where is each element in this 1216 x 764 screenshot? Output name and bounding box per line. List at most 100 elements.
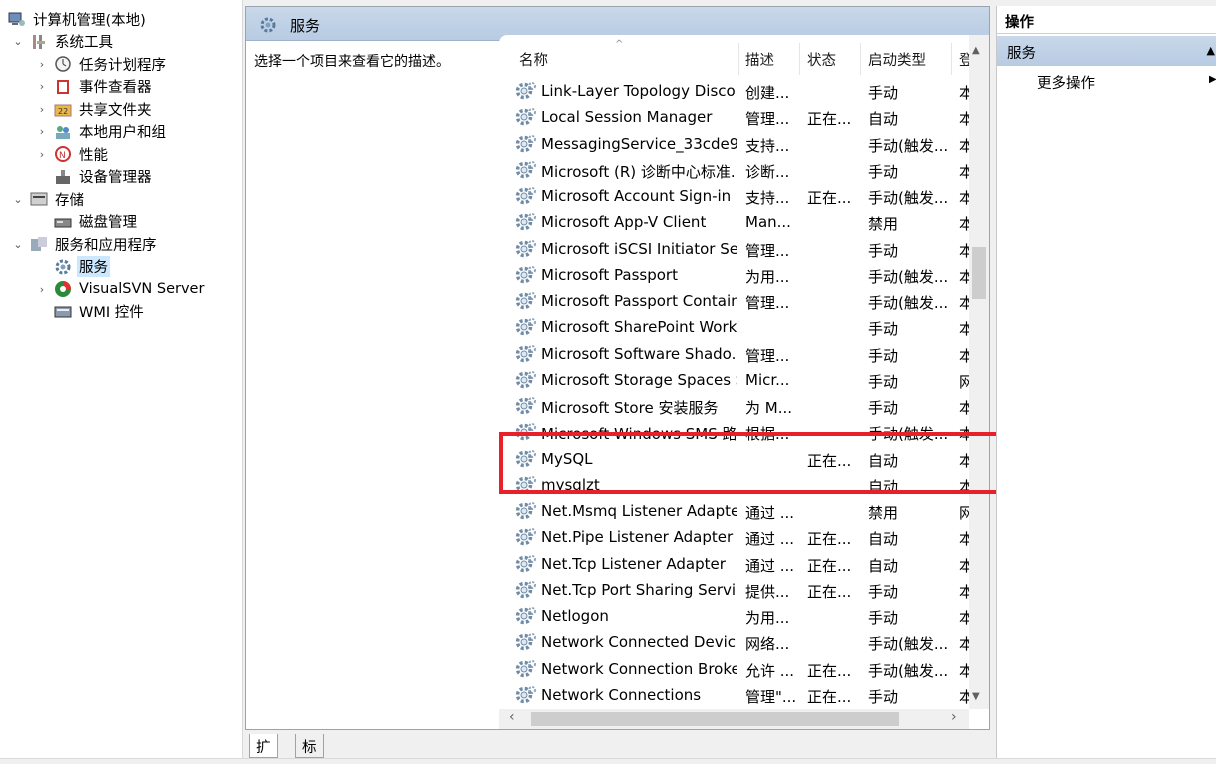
actions-section-services[interactable]: 服务 ▲ [997,36,1216,66]
service-name: mysqlzt [541,475,600,494]
more-actions-link[interactable]: 更多操作 [1037,72,1095,93]
service-name: MySQL [541,449,593,468]
table-row[interactable]: Microsoft App-V Client Man... 禁用本 [499,209,973,235]
tree-item[interactable]: › 事件查看器 [36,76,154,98]
expand-right-icon[interactable]: › [36,125,48,138]
tree-item[interactable]: › VisualSVN Server [36,278,206,300]
table-row[interactable]: mysqlzt 自动本 [499,472,973,498]
device-manager-icon [54,168,72,186]
table-row[interactable]: MessagingService_33cde9... 支持... 手动(触发... 本 [499,131,973,157]
tree-item[interactable]: › 本地用户和组 [36,121,168,143]
column-separator[interactable] [951,43,952,75]
tree-item[interactable]: 设备管理器 [36,166,154,188]
vertical-scrollbar[interactable]: ▲ ▼ [969,35,989,709]
table-row[interactable]: Local Session Manager 管理... 正在... 自动本 [499,104,973,130]
tree-item[interactable]: ⌄ 服务和应用程序 [12,233,159,255]
service-gear-icon [515,685,537,705]
expand-down-icon[interactable]: ⌄ [12,35,24,48]
column-separator[interactable] [799,43,800,75]
service-gear-icon [515,527,537,547]
table-row[interactable]: Microsoft SharePoint Work... 手动本 [499,314,973,340]
tree-item[interactable]: › N 性能 [36,143,110,165]
column-header-name[interactable]: 名称 [519,49,548,70]
local-users-icon [54,123,72,141]
scroll-down-icon[interactable]: ▼ [972,691,980,702]
service-gear-icon [515,81,537,101]
service-gear-icon [515,265,537,285]
expand-down-icon[interactable]: ⌄ [12,193,24,206]
column-header-description[interactable]: 描述 [745,49,774,70]
collapse-up-icon[interactable]: ▲ [1207,44,1215,57]
table-row[interactable]: Network Connected Devic... 网络... 手动(触发... 本 [499,629,973,655]
table-row[interactable]: Microsoft iSCSI Initiator Ser... 管理... 手动本 [499,236,973,262]
expand-right-icon[interactable]: › [36,283,48,296]
expand-right-icon[interactable]: › [36,58,48,71]
table-row[interactable]: Link-Layer Topology Disco... 创建... 手动本 [499,78,973,104]
service-gear-icon [515,134,537,154]
table-row[interactable]: Microsoft Passport 为用... 手动(触发... 本 [499,262,973,288]
table-row[interactable]: Microsoft Passport Container 管理... 手动(触发..… [499,288,973,314]
services-list[interactable]: ^ 名称 描述 状态 启动类型 登 Link-Layer Topology Di… [499,35,989,729]
tree-item-label: VisualSVN Server [79,281,205,297]
service-startup-type: 手动 [868,609,899,627]
table-row[interactable]: Net.Pipe Listener Adapter 通过 ... 正在... 自动本 [499,524,973,550]
service-gear-icon [515,422,537,442]
disk-management-icon [54,213,72,231]
expand-right-icon[interactable]: › [36,148,48,161]
tree-item[interactable]: › 22 共享文件夹 [36,98,154,120]
table-row[interactable]: Microsoft (R) 诊断中心标准... 诊断... 手动本 [499,157,973,183]
service-description: 根据... [745,425,790,444]
horizontal-scrollbar-thumb[interactable] [531,712,899,726]
table-row[interactable]: Net.Tcp Port Sharing Service 提供... 正在... 手动… [499,577,973,603]
scroll-right-icon[interactable]: › [951,709,957,725]
column-separator[interactable] [860,43,861,75]
submenu-arrow-icon[interactable]: ▶ [1209,74,1216,85]
service-startup-type: 手动(触发... [868,635,949,654]
table-row[interactable]: Microsoft Windows SMS 路... 根据... 手动(触发... 本 [499,419,973,445]
table-row[interactable]: Microsoft Software Shado... 管理... 手动本 [499,341,973,367]
tree-item[interactable]: › 任务计划程序 [36,53,168,75]
scroll-left-icon[interactable]: ‹ [509,709,515,725]
expand-right-icon[interactable]: › [36,80,48,93]
tree-item[interactable]: 服务 [36,256,110,278]
tree-item[interactable]: WMI 控件 [36,301,146,323]
service-gear-icon [515,186,537,206]
table-row[interactable]: Net.Msmq Listener Adapter 通过 ... 禁用网 [499,498,973,524]
table-row[interactable]: Network Connection Broker 允许 ... 正在... 手动(触… [499,656,973,682]
scroll-up-icon[interactable]: ▲ [972,45,980,56]
tab-standard[interactable]: 标准 [295,734,324,764]
tree-item-label: 设备管理器 [79,170,152,186]
tree-item[interactable]: ⌄ 存储 [12,188,86,210]
table-row[interactable]: Microsoft Storage Spaces S...Micr...手动网 [499,367,973,393]
tab-extended[interactable]: 扩展 [249,734,278,764]
column-header-startup-type[interactable]: 启动类型 [868,49,926,70]
table-row[interactable]: Microsoft Account Sign-in ... 支持... 正在... 手… [499,183,973,209]
scrollbar-thumb[interactable] [972,247,986,299]
services-gear-icon [54,258,72,276]
service-name: Netlogon [541,607,609,625]
service-name: Network Connected Devic... [541,633,737,652]
table-row[interactable]: Netlogon 为用... 手动本 [499,603,973,629]
service-description: 诊断... [745,162,790,181]
actions-panel: 操作 服务 ▲ 更多操作 ▶ [996,6,1216,758]
table-row[interactable]: Microsoft Store 安装服务为 M... 手动本 [499,393,973,419]
column-separator[interactable] [738,43,739,75]
service-name: Microsoft SharePoint Work... [541,318,737,337]
service-startup-type: 手动 [868,84,899,102]
service-startup-type: 手动(触发... [868,189,949,207]
sort-ascending-icon: ^ [615,39,624,50]
column-header-status[interactable]: 状态 [807,49,836,70]
table-row[interactable]: Net.Tcp Listener Adapter 通过 ... 正在... 自动本 [499,551,973,577]
tree-item[interactable]: ⌄ 系统工具 [12,31,115,53]
tree-item[interactable]: 磁盘管理 [36,211,139,233]
table-row[interactable]: Network Connections 管理"... 正在... 手动本 [499,682,973,708]
service-startup-type: 手动(触发... [868,294,949,312]
table-row[interactable]: MySQL 正在... 自动本 [499,446,973,472]
service-startup-type: 手动(触发... [868,425,949,444]
horizontal-scrollbar[interactable]: ‹ › [499,709,969,729]
expand-right-icon[interactable]: › [36,103,48,116]
expand-down-icon[interactable]: ⌄ [12,238,24,251]
service-name: Microsoft Windows SMS 路... [541,425,737,444]
service-name: Microsoft iSCSI Initiator Ser... [541,239,737,258]
tree-item[interactable]: 计算机管理(本地) [8,8,148,30]
